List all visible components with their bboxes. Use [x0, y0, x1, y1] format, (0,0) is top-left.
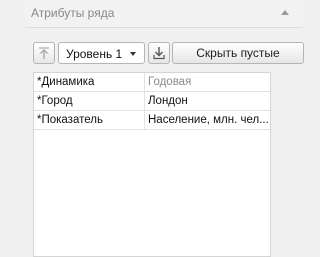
hide-empty-button[interactable]: Скрыть пустые	[172, 42, 304, 64]
level-select-value: Уровень 1	[66, 47, 123, 61]
move-down-button[interactable]	[148, 42, 170, 64]
collapse-arrow-icon[interactable]	[281, 10, 289, 15]
attribute-name: *Динамика	[34, 73, 145, 91]
level-select[interactable]: Уровень 1	[58, 42, 145, 64]
attribute-value[interactable]: Население, млн. чел...	[145, 111, 270, 129]
move-up-icon	[39, 47, 49, 59]
table-row[interactable]: *Город Лондон	[34, 92, 270, 111]
attribute-value[interactable]: Лондон	[145, 92, 270, 110]
table-row[interactable]: *Динамика Годовая	[34, 73, 270, 92]
attributes-grid: *Динамика Годовая *Город Лондон *Показат…	[33, 72, 271, 257]
attributes-toolbar: Уровень 1 Скрыть пустые	[33, 42, 304, 64]
table-row[interactable]: *Показатель Население, млн. чел...	[34, 111, 270, 130]
move-down-icon	[153, 47, 165, 60]
chevron-down-icon	[130, 52, 136, 56]
attribute-name: *Город	[34, 92, 145, 110]
attribute-value[interactable]: Годовая	[145, 73, 270, 91]
panel-title: Атрибуты ряда	[31, 6, 115, 20]
attribute-name: *Показатель	[34, 111, 145, 129]
move-up-button[interactable]	[33, 42, 55, 64]
panel-header: Атрибуты ряда	[25, 0, 303, 28]
